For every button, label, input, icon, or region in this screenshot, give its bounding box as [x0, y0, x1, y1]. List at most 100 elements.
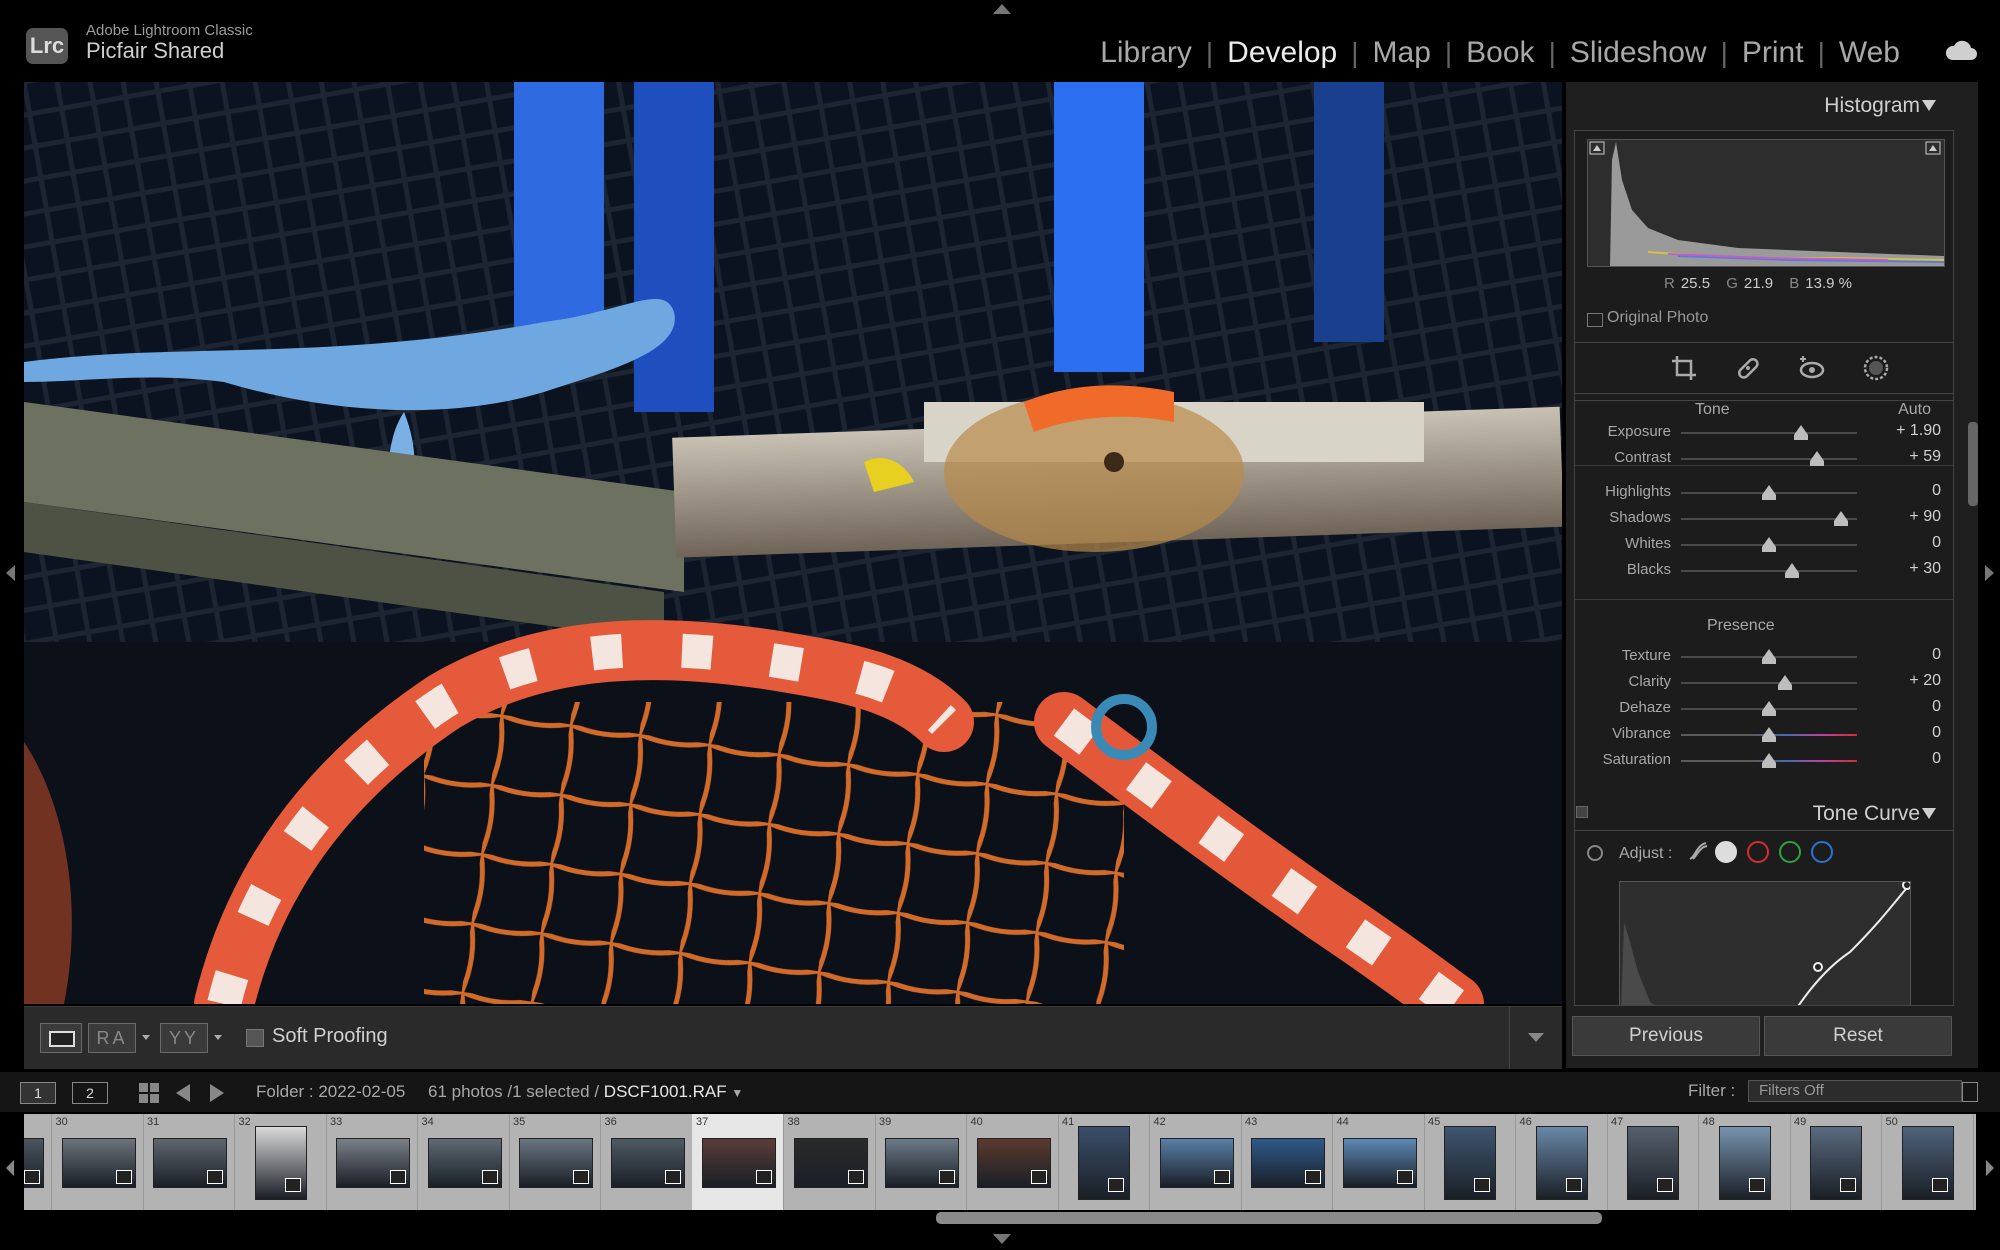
- folder-source[interactable]: Folder : 2022-02-05: [256, 1082, 405, 1102]
- module-map[interactable]: Map: [1373, 36, 1431, 70]
- crop-icon[interactable]: [1669, 353, 1699, 383]
- slider-blacks[interactable]: [1681, 563, 1857, 578]
- filmstrip-scroll-right-icon[interactable]: [1986, 1160, 1994, 1176]
- filmstrip-cell[interactable]: 49: [1790, 1114, 1882, 1210]
- point-curve-green[interactable]: [1779, 841, 1801, 863]
- point-curve-blue[interactable]: [1811, 841, 1833, 863]
- slider-thumb[interactable]: [1777, 675, 1792, 690]
- module-book[interactable]: Book: [1466, 36, 1534, 70]
- cloud-icon[interactable]: [1944, 38, 1978, 62]
- slider-contrast[interactable]: [1681, 451, 1857, 466]
- point-curve-rgb[interactable]: [1715, 841, 1737, 863]
- slider-thumb[interactable]: [1809, 451, 1824, 466]
- histogram-header[interactable]: Histogram: [1566, 82, 1956, 126]
- slider-whites[interactable]: [1681, 537, 1857, 552]
- filmstrip-cell[interactable]: 33: [326, 1114, 418, 1210]
- filmstrip-cell[interactable]: 34: [418, 1114, 510, 1210]
- slider-thumb[interactable]: [1793, 425, 1808, 440]
- filmstrip-cell[interactable]: 46: [1516, 1114, 1608, 1210]
- slider-shadows[interactable]: [1681, 511, 1857, 526]
- grid-view-icon[interactable]: [138, 1082, 160, 1104]
- secondary-window-button[interactable]: 2: [72, 1082, 108, 1104]
- filmstrip-cell[interactable]: 30: [52, 1114, 144, 1210]
- filmstrip-cell[interactable]: 41: [1058, 1114, 1150, 1210]
- module-slideshow[interactable]: Slideshow: [1570, 36, 1707, 70]
- slider-value-clarity[interactable]: + 20: [1871, 672, 1941, 690]
- filmstrip-cell[interactable]: 44: [1333, 1114, 1425, 1210]
- filmstrip-scrollbar[interactable]: [936, 1212, 1602, 1224]
- right-panel-scrollbar[interactable]: [1968, 422, 1978, 506]
- slider-thumb[interactable]: [1762, 727, 1776, 742]
- slider-value-texture[interactable]: 0: [1871, 646, 1941, 664]
- tone-curve-header[interactable]: Tone Curve: [1566, 790, 1956, 834]
- filmstrip-cell[interactable]: 45: [1424, 1114, 1516, 1210]
- filmstrip-cell[interactable]: 40: [967, 1114, 1059, 1210]
- slider-value-whites[interactable]: 0: [1871, 534, 1941, 552]
- main-photo[interactable]: [24, 82, 1562, 1004]
- red-eye-icon[interactable]: [1797, 353, 1827, 383]
- slider-dehaze[interactable]: [1681, 701, 1857, 716]
- filmstrip-cell[interactable]: 35: [509, 1114, 601, 1210]
- slider-value-highlights[interactable]: 0: [1871, 482, 1941, 500]
- filmstrip-cell[interactable]: 37: [692, 1114, 784, 1210]
- filmstrip-cell[interactable]: 32: [235, 1114, 327, 1210]
- slider-value-contrast[interactable]: + 59: [1871, 448, 1941, 466]
- slider-value-shadows[interactable]: + 90: [1871, 508, 1941, 526]
- point-curve-red[interactable]: [1747, 841, 1769, 863]
- slider-thumb[interactable]: [1834, 511, 1849, 526]
- soft-proofing-checkbox[interactable]: [246, 1029, 264, 1047]
- slider-exposure[interactable]: [1681, 425, 1857, 440]
- slider-value-vibrance[interactable]: 0: [1871, 724, 1941, 742]
- slider-thumb[interactable]: [1762, 753, 1776, 768]
- auto-tone-button[interactable]: Auto: [1898, 401, 1931, 419]
- slider-highlights[interactable]: [1681, 485, 1857, 500]
- back-arrow-icon[interactable]: [176, 1084, 190, 1102]
- bottom-panel-toggle-icon[interactable]: [993, 1234, 1011, 1244]
- filmstrip-cell[interactable]: 50: [1882, 1114, 1974, 1210]
- before-after-swap-button[interactable]: YY: [160, 1023, 208, 1053]
- slider-value-saturation[interactable]: 0: [1871, 750, 1941, 768]
- slider-saturation[interactable]: [1681, 753, 1857, 768]
- top-panel-toggle-icon[interactable]: [993, 4, 1011, 14]
- parametric-curve-icon[interactable]: [1687, 841, 1709, 861]
- slider-thumb[interactable]: [1762, 485, 1776, 500]
- module-print[interactable]: Print: [1742, 36, 1804, 70]
- slider-value-exposure[interactable]: + 1.90: [1871, 422, 1941, 440]
- toolbar-options-button[interactable]: [1509, 1007, 1562, 1069]
- filmstrip-cell[interactable]: 43: [1241, 1114, 1333, 1210]
- module-library[interactable]: Library: [1100, 36, 1192, 70]
- filmstrip-cell[interactable]: 39: [875, 1114, 967, 1210]
- tone-curve-graph[interactable]: [1619, 881, 1911, 1006]
- filmstrip-cell[interactable]: 38: [784, 1114, 876, 1210]
- filmstrip-cell[interactable]: [24, 1114, 52, 1210]
- slider-thumb[interactable]: [1762, 537, 1776, 552]
- collapse-icon[interactable]: [1922, 808, 1936, 819]
- filter-select[interactable]: Filters Off: [1748, 1080, 1962, 1102]
- previous-button[interactable]: Previous: [1572, 1016, 1760, 1056]
- main-window-button[interactable]: 1: [20, 1082, 56, 1104]
- slider-clarity[interactable]: [1681, 675, 1857, 690]
- slider-thumb[interactable]: [1762, 701, 1776, 716]
- module-web[interactable]: Web: [1839, 36, 1900, 70]
- filmstrip-scroll-left-icon[interactable]: [6, 1160, 14, 1176]
- module-develop[interactable]: Develop: [1227, 36, 1337, 70]
- right-panel-toggle-icon[interactable]: [1985, 565, 1994, 581]
- filmstrip-cell[interactable]: 48: [1699, 1114, 1791, 1210]
- slider-thumb[interactable]: [1784, 563, 1799, 578]
- before-after-button[interactable]: RA: [88, 1023, 136, 1053]
- slider-texture[interactable]: [1681, 649, 1857, 664]
- filter-lock-icon[interactable]: [1962, 1082, 1978, 1102]
- swap-dropdown-icon[interactable]: [214, 1035, 222, 1040]
- collapse-icon[interactable]: [1922, 100, 1936, 111]
- slider-vibrance[interactable]: [1681, 727, 1857, 742]
- forward-arrow-icon[interactable]: [210, 1084, 224, 1102]
- filmstrip-cell[interactable]: 42: [1150, 1114, 1242, 1210]
- photo-count[interactable]: 61 photos /1 selected / DSCF1001.RAF ▼: [428, 1082, 743, 1102]
- filmstrip-cell[interactable]: 31: [143, 1114, 235, 1210]
- tone-curve-toggle[interactable]: [1576, 806, 1588, 818]
- slider-value-dehaze[interactable]: 0: [1871, 698, 1941, 716]
- original-photo-checkbox[interactable]: [1587, 313, 1603, 327]
- before-after-dropdown-icon[interactable]: [142, 1035, 150, 1040]
- histogram-graph[interactable]: [1587, 139, 1945, 267]
- left-panel-toggle-icon[interactable]: [6, 565, 15, 581]
